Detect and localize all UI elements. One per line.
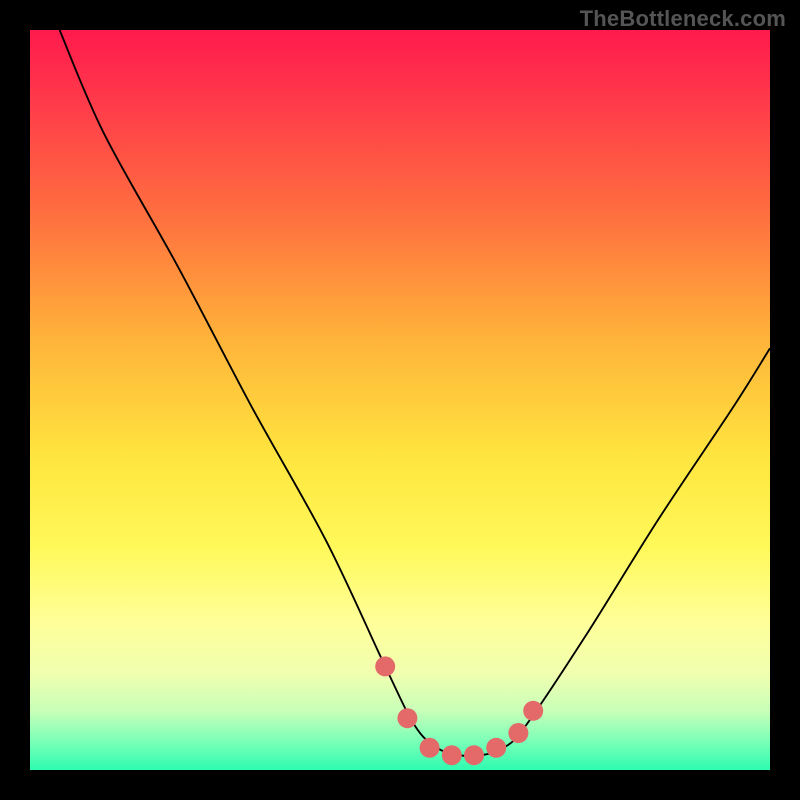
highlight-dot: [375, 656, 395, 676]
bottleneck-curve-path: [60, 30, 770, 756]
highlight-dot: [523, 701, 543, 721]
highlight-dot: [508, 723, 528, 743]
highlight-dot: [442, 745, 462, 765]
highlight-dot: [486, 738, 506, 758]
highlight-markers: [375, 656, 543, 765]
highlight-dot: [420, 738, 440, 758]
highlight-dot: [464, 745, 484, 765]
chart-frame: TheBottleneck.com: [0, 0, 800, 800]
watermark-text: TheBottleneck.com: [580, 6, 786, 32]
curve-overlay: [30, 30, 770, 770]
highlight-dot: [397, 708, 417, 728]
